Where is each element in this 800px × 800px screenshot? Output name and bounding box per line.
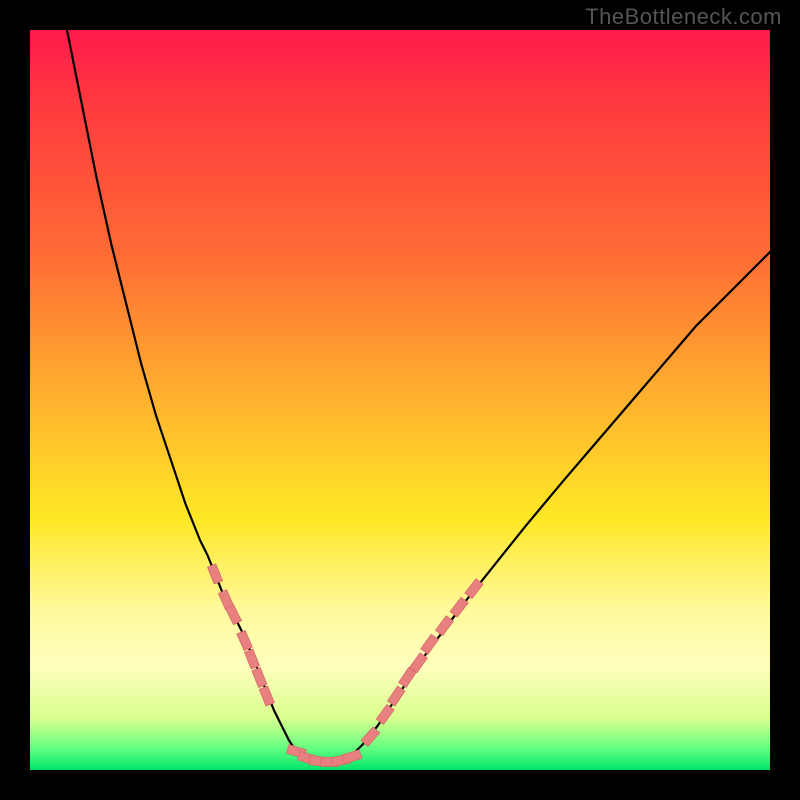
plot-area	[30, 30, 770, 770]
curve-layer	[30, 30, 770, 770]
chart-stage: TheBottleneck.com	[0, 0, 800, 800]
curve-marker	[435, 616, 453, 636]
curve-marker	[342, 750, 362, 764]
curve-right-branch	[348, 252, 770, 759]
curve-marker	[207, 564, 222, 584]
curve-marker	[410, 653, 428, 673]
curve-marker	[388, 686, 405, 706]
curve-marker	[465, 579, 483, 599]
curve-marker	[225, 605, 241, 625]
watermark-text: TheBottleneck.com	[585, 4, 782, 30]
curve-marker	[450, 597, 468, 617]
curve-marker	[421, 634, 439, 654]
curve-marker	[244, 649, 259, 669]
curve-marker	[259, 686, 274, 706]
curve-marker	[237, 630, 253, 650]
curve-left-branch	[67, 30, 304, 759]
curve-markers	[207, 564, 483, 767]
curve-marker	[376, 705, 394, 725]
curve-marker	[252, 667, 267, 687]
